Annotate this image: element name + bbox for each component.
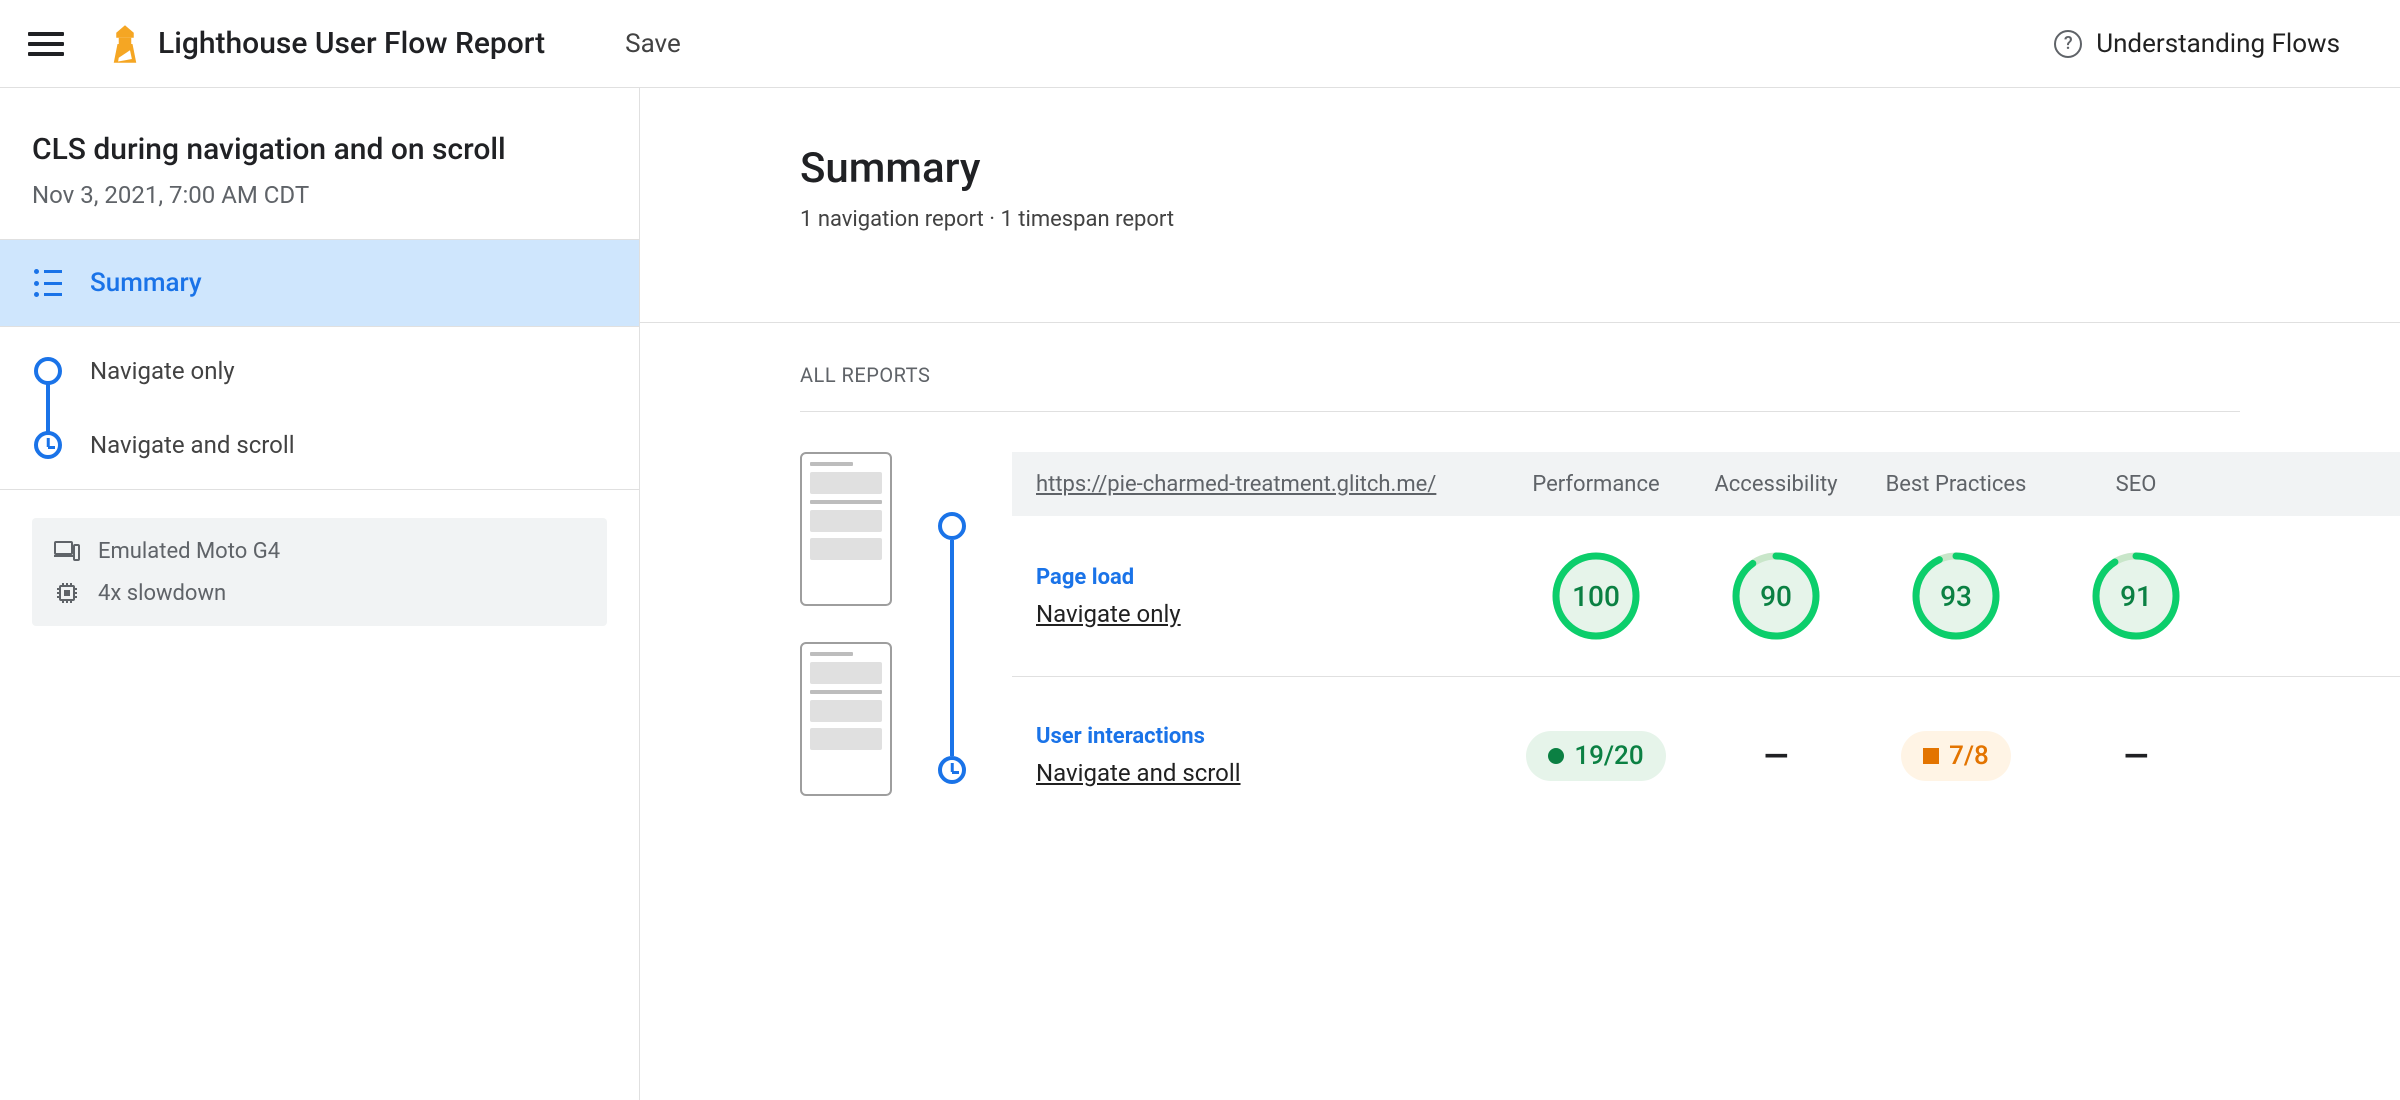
score-gauge[interactable]: 91 <box>2090 550 2182 642</box>
help-link-label: Understanding Flows <box>2096 29 2340 59</box>
table-row: User interactions Navigate and scroll 19… <box>1012 676 2400 834</box>
score-gauge[interactable]: 90 <box>1730 550 1822 642</box>
topbar: Lighthouse User Flow Report Save ? Under… <box>0 0 2400 88</box>
understanding-flows-link[interactable]: ? Understanding Flows <box>2054 29 2340 59</box>
sidebar-step-navigate-only[interactable]: Navigate only <box>34 357 605 385</box>
env-device: Emulated Moto G4 <box>54 538 585 564</box>
section-all-reports-label: ALL REPORTS <box>800 363 2400 387</box>
pass-dot-icon <box>1548 748 1564 764</box>
divider <box>640 322 2400 323</box>
menu-button[interactable] <box>28 26 64 62</box>
marker-column <box>938 452 966 792</box>
thumbnail-column <box>800 452 892 834</box>
col-seo: SEO <box>2046 472 2226 497</box>
summary-list-icon <box>34 269 62 297</box>
flow-header: CLS during navigation and on scroll Nov … <box>0 88 639 239</box>
row-step-link[interactable]: Navigate only <box>1036 600 1506 628</box>
row-kind-link[interactable]: Page load <box>1036 565 1506 590</box>
table-header: https://pie-charmed-treatment.glitch.me/… <box>1012 452 2400 516</box>
device-icon <box>54 538 80 564</box>
app-title: Lighthouse User Flow Report <box>158 26 545 61</box>
score-value: 91 <box>2090 550 2182 642</box>
fraction-text: 19/20 <box>1574 741 1643 771</box>
screenshot-thumbnail[interactable] <box>800 452 892 606</box>
score-value: 100 <box>1550 550 1642 642</box>
row-step-link[interactable]: Navigate and scroll <box>1036 759 1506 787</box>
reports-table: https://pie-charmed-treatment.glitch.me/… <box>800 452 2400 834</box>
col-accessibility: Accessibility <box>1686 472 1866 497</box>
help-icon: ? <box>2054 30 2082 58</box>
flow-date: Nov 3, 2021, 7:00 AM CDT <box>32 181 607 209</box>
score-gauge[interactable]: 93 <box>1910 550 2002 642</box>
cpu-icon <box>54 580 80 606</box>
score-value: 93 <box>1910 550 2002 642</box>
not-applicable-dash: — <box>2046 737 2226 775</box>
average-square-icon <box>1923 748 1939 764</box>
marker-connector-line <box>950 540 954 756</box>
flow-title: CLS during navigation and on scroll <box>32 132 607 167</box>
env-device-label: Emulated Moto G4 <box>98 539 280 564</box>
step-label: Navigate and scroll <box>90 431 295 459</box>
row-kind-link[interactable]: User interactions <box>1036 724 1506 749</box>
lighthouse-logo-icon <box>110 25 140 63</box>
screenshot-thumbnail[interactable] <box>800 642 892 796</box>
score-table: https://pie-charmed-treatment.glitch.me/… <box>1012 452 2400 834</box>
environment-box: Emulated Moto G4 4x slowdown <box>32 518 607 626</box>
score-gauge[interactable]: 100 <box>1550 550 1642 642</box>
report-url-link[interactable]: https://pie-charmed-treatment.glitch.me/ <box>1036 472 1506 497</box>
not-applicable-dash: — <box>1686 737 1866 775</box>
fraction-text: 7/8 <box>1949 741 1989 771</box>
sidebar-step-navigate-and-scroll[interactable]: Navigate and scroll <box>34 431 605 459</box>
main-content: Summary 1 navigation report · 1 timespan… <box>640 88 2400 1100</box>
sidebar: CLS during navigation and on scroll Nov … <box>0 88 640 1100</box>
page-subtitle: 1 navigation report · 1 timespan report <box>800 207 2400 232</box>
sidebar-summary-label: Summary <box>90 268 202 298</box>
col-best-practices: Best Practices <box>1866 472 2046 497</box>
page-title: Summary <box>800 144 2400 193</box>
env-cpu: 4x slowdown <box>54 580 585 606</box>
step-label: Navigate only <box>90 357 235 385</box>
score-value: 90 <box>1730 550 1822 642</box>
sidebar-item-summary[interactable]: Summary <box>0 240 639 326</box>
score-fraction-pill[interactable]: 7/8 <box>1901 731 2011 781</box>
save-button[interactable]: Save <box>625 29 681 59</box>
navigation-marker-icon <box>938 512 966 540</box>
timespan-marker-icon <box>34 431 62 459</box>
sidebar-steps: Navigate only Navigate and scroll <box>0 327 639 490</box>
col-performance: Performance <box>1506 472 1686 497</box>
table-row: Page load Navigate only 100 90 93 9 <box>1012 516 2400 676</box>
score-fraction-pill[interactable]: 19/20 <box>1526 731 1665 781</box>
env-cpu-label: 4x slowdown <box>98 581 226 606</box>
divider <box>800 411 2240 412</box>
timespan-marker-icon <box>938 756 966 784</box>
navigation-marker-icon <box>34 357 62 385</box>
